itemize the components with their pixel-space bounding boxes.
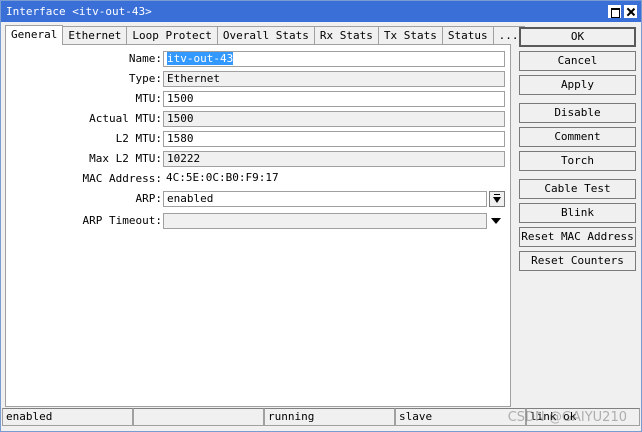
maximize-icon[interactable]	[608, 5, 621, 18]
max-l2-mtu-field: 10222	[163, 151, 505, 167]
tab-general[interactable]: General	[5, 25, 64, 45]
status-slave: slave	[395, 408, 526, 426]
type-field: Ethernet	[163, 71, 505, 87]
window-title: Interface <itv-out-43>	[6, 5, 152, 18]
mtu-row: MTU: 1500	[6, 91, 512, 107]
watermark: CSDN @GAIYU210	[507, 410, 627, 425]
close-icon[interactable]	[624, 5, 637, 18]
mac-address-value: 4C:5E:0C:B0:F9:17	[166, 171, 279, 184]
mtu-input[interactable]: 1500	[163, 91, 505, 107]
reset-mac-address-button[interactable]: Reset MAC Address	[519, 227, 636, 247]
tab-ethernet[interactable]: Ethernet	[62, 26, 128, 45]
status-empty	[133, 408, 264, 426]
max-l2-mtu-row: Max L2 MTU: 10222	[6, 151, 512, 167]
blink-button[interactable]: Blink	[519, 203, 636, 223]
tab-status[interactable]: Status	[441, 26, 494, 45]
name-input[interactable]: itv-out-43	[163, 51, 505, 67]
cable-test-button[interactable]: Cable Test	[519, 179, 636, 199]
mac-address-label: MAC Address:	[82, 172, 162, 185]
status-running: running	[264, 408, 395, 426]
tab-rx-stats[interactable]: Rx Stats	[313, 26, 379, 45]
type-label: Type:	[128, 72, 162, 85]
l2-mtu-input[interactable]: 1580	[163, 131, 505, 147]
arp-timeout-input[interactable]	[163, 213, 487, 229]
l2-mtu-row: L2 MTU: 1580	[6, 131, 512, 147]
tab-tx-stats[interactable]: Tx Stats	[377, 26, 443, 45]
arp-label: ARP:	[135, 192, 163, 205]
interface-window: Interface <itv-out-43> General Ethernet …	[0, 0, 642, 432]
name-value: itv-out-43	[167, 52, 234, 65]
type-row: Type: Ethernet	[6, 71, 512, 87]
arp-timeout-row: ARP Timeout:	[6, 213, 512, 229]
arp-timeout-expand-icon[interactable]	[491, 218, 501, 224]
name-row: Name: itv-out-43	[6, 51, 512, 67]
max-l2-mtu-label: Max L2 MTU:	[89, 152, 162, 165]
ok-button[interactable]: OK	[519, 27, 636, 47]
actual-mtu-row: Actual MTU: 1500	[6, 111, 512, 127]
arp-select[interactable]: enabled	[163, 191, 487, 207]
general-panel: Name: itv-out-43 Type: Ethernet MTU: 150…	[5, 44, 511, 407]
torch-button[interactable]: Torch	[519, 151, 636, 171]
actual-mtu-field: 1500	[163, 111, 505, 127]
actual-mtu-label: Actual MTU:	[89, 112, 162, 125]
mtu-label: MTU:	[135, 92, 163, 105]
disable-button[interactable]: Disable	[519, 103, 636, 123]
title-bar[interactable]: Interface <itv-out-43>	[1, 1, 641, 22]
arp-timeout-label: ARP Timeout:	[82, 214, 162, 227]
tab-bar: General Ethernet Loop Protect Overall St…	[5, 25, 525, 45]
mac-address-row: MAC Address: 4C:5E:0C:B0:F9:17	[6, 171, 512, 187]
name-label: Name:	[128, 52, 162, 65]
comment-button[interactable]: Comment	[519, 127, 636, 147]
reset-counters-button[interactable]: Reset Counters	[519, 251, 636, 271]
arp-dropdown-icon[interactable]	[489, 191, 505, 207]
arp-row: ARP: enabled	[6, 191, 512, 207]
status-enabled: enabled	[2, 408, 133, 426]
apply-button[interactable]: Apply	[519, 75, 636, 95]
tab-loop-protect[interactable]: Loop Protect	[126, 26, 218, 45]
l2-mtu-label: L2 MTU:	[115, 132, 162, 145]
tab-overall-stats[interactable]: Overall Stats	[216, 26, 315, 45]
cancel-button[interactable]: Cancel	[519, 51, 636, 71]
